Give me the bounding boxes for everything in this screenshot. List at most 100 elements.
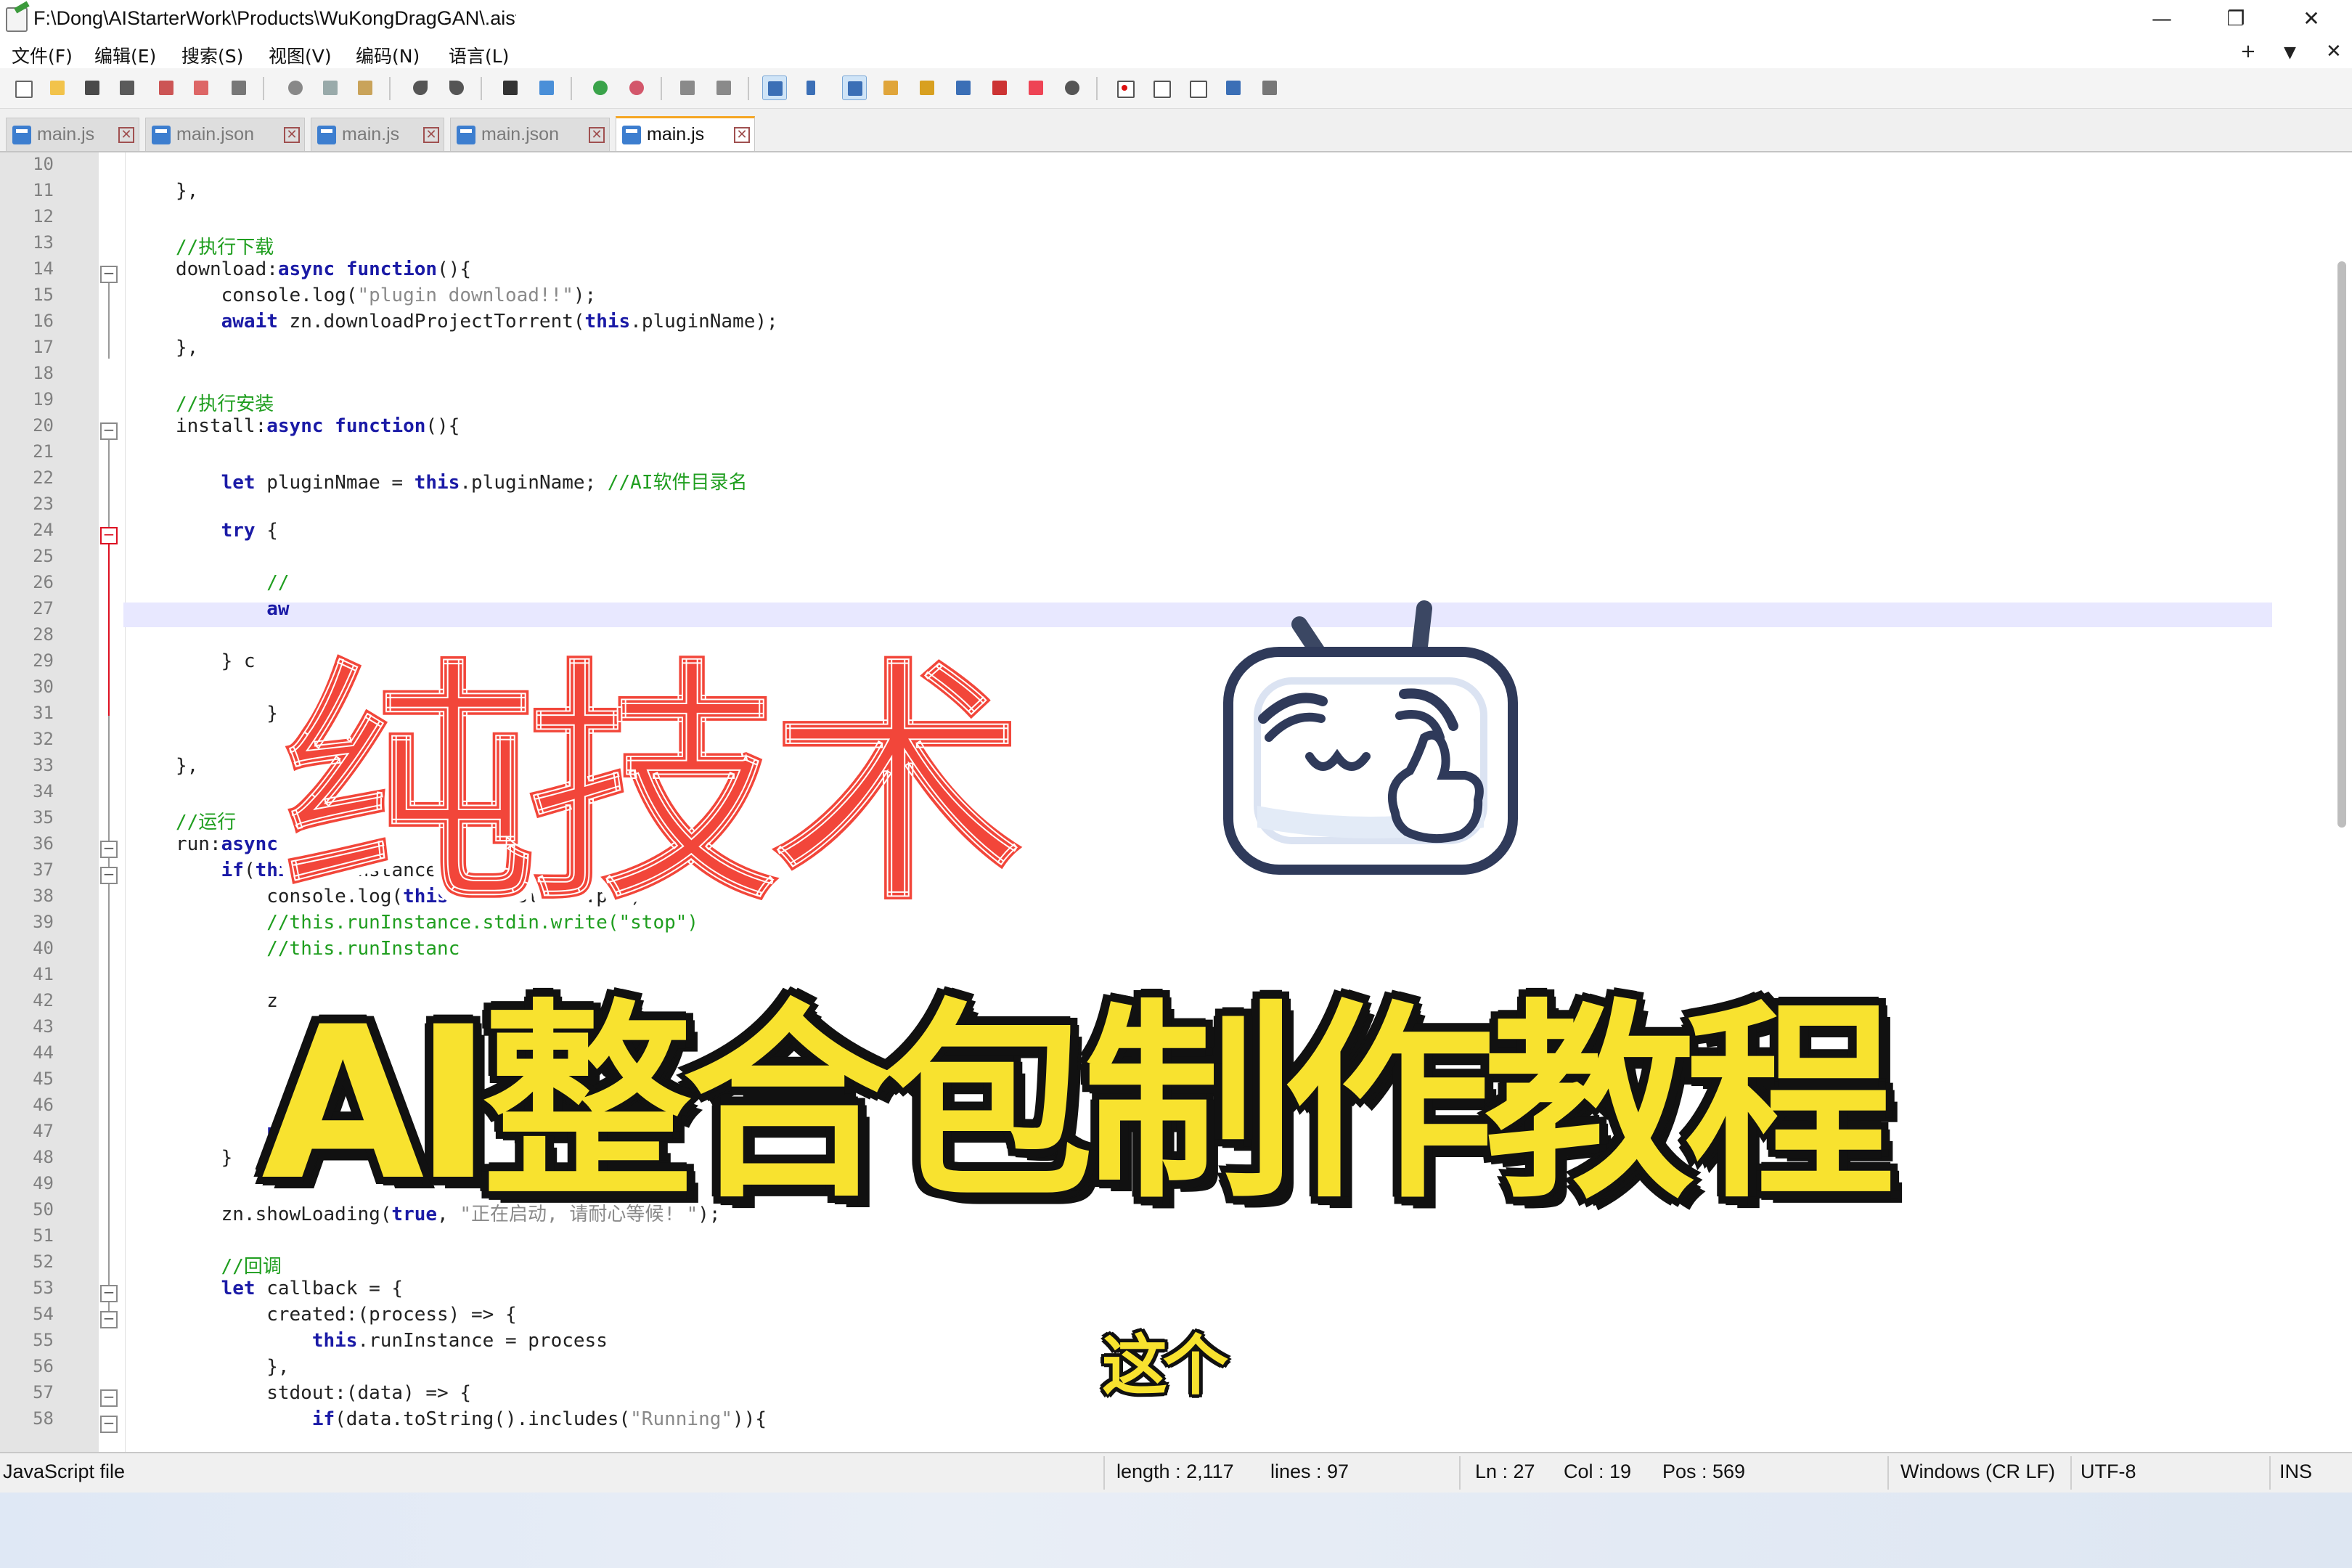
menu-language[interactable]: 语言(L) [449,42,509,68]
maximize-button[interactable]: ❐ [2201,0,2271,38]
find-icon[interactable] [498,75,523,100]
function-list-icon[interactable] [951,75,976,100]
code-line[interactable]: 53 let callback = { [0,1276,2323,1302]
code-line[interactable]: 10 [0,152,2323,179]
tab-close-icon[interactable]: ✕ [118,127,134,143]
monitoring-icon[interactable] [1060,75,1085,100]
save-icon[interactable] [80,75,105,100]
code-line[interactable]: 16 await zn.downloadProjectTorrent(this.… [0,309,2323,335]
code-line[interactable]: 20 install:async function(){ [0,414,2323,440]
code-line[interactable]: 22 let pluginNmae = this.pluginName; //A… [0,466,2323,494]
code-line[interactable]: 23 [0,492,2323,518]
status-eol[interactable]: Windows (CR LF) [1900,1461,2055,1483]
folder-workspace-icon[interactable] [987,75,1012,100]
record-macro-icon[interactable] [1112,75,1137,100]
zoom-in-icon[interactable] [588,75,613,100]
code-token: //执行下载 [176,237,274,258]
code-line[interactable]: 11}, [0,179,2323,205]
code-line[interactable]: 25 [0,544,2323,571]
fold-toggle-icon[interactable]: − [100,266,118,283]
vertical-scrollbar[interactable] [2337,261,2346,828]
indent-guide-icon[interactable] [842,75,867,100]
tab-close-icon[interactable]: ✕ [589,127,605,143]
tab-close-icon[interactable]: ✕ [423,127,439,143]
doc-map-icon[interactable] [915,75,939,100]
show-all-chars-icon[interactable] [799,75,823,100]
menu-encoding[interactable]: 编码(N) [356,42,420,68]
mascot-tv-icon [1223,600,1518,875]
fold-toggle-icon[interactable]: − [100,867,118,884]
status-encoding[interactable]: UTF-8 [2081,1461,2136,1483]
fold-toggle-icon[interactable]: − [100,527,118,544]
menu-view[interactable]: 视图(V) [269,42,332,68]
tab-main-js-1[interactable]: main.js ✕ [6,118,139,151]
close-button[interactable]: ✕ [2277,0,2346,38]
add-tab-button[interactable]: + [2240,41,2256,62]
word-wrap-icon[interactable] [762,75,787,100]
paste-icon[interactable] [353,75,377,100]
fold-toggle-icon[interactable]: − [100,1416,118,1433]
fold-toggle-icon[interactable]: − [100,1389,118,1407]
line-number: 55 [33,1330,54,1350]
code-line[interactable]: 12 [0,205,2323,231]
fold-toggle-icon[interactable]: − [100,841,118,858]
code-line[interactable]: 58 if(data.toString().includes("Running"… [0,1407,2323,1433]
save-all-icon[interactable] [115,75,139,100]
code-line[interactable]: 13 //执行下载 [0,231,2323,258]
code-line[interactable]: 21 [0,440,2323,466]
project-panel-icon[interactable] [1024,75,1048,100]
sync-vertical-icon[interactable] [675,75,700,100]
status-insert-mode[interactable]: INS [2279,1461,2312,1483]
close-all-icon[interactable] [189,75,213,100]
minimize-button[interactable]: — [2127,0,2197,38]
tab-bar: main.js ✕ main.json ✕ main.js ✕ main.jso… [0,109,2352,152]
code-token: created:(process) => { [176,1304,517,1326]
line-number: 26 [33,572,54,592]
play-macro-icon[interactable] [1185,75,1209,100]
tab-main-json-2[interactable]: main.json ✕ [450,118,610,151]
tab-list-dropdown-icon[interactable]: ▼ [2284,44,2296,62]
code-line[interactable]: 17}, [0,335,2323,362]
line-number: 36 [33,833,54,854]
code-line[interactable]: 18 [0,362,2323,388]
tab-close-icon[interactable]: ✕ [734,127,750,143]
replace-icon[interactable] [534,75,559,100]
menu-file[interactable]: 文件(F) [12,42,73,68]
tab-main-js-active[interactable]: main.js ✕ [616,116,755,151]
menu-search[interactable]: 搜索(S) [181,42,243,68]
code-line[interactable]: 14 download:async function(){ [0,257,2323,283]
redo-icon[interactable] [444,75,469,100]
code-text: download:async function(){ [176,258,471,280]
line-number: 53 [33,1278,54,1298]
cut-icon[interactable] [283,75,308,100]
fold-toggle-icon[interactable]: − [100,1285,118,1302]
line-number: 33 [33,755,54,775]
tab-main-json-1[interactable]: main.json ✕ [145,118,305,151]
stop-macro-icon[interactable] [1148,75,1173,100]
code-line[interactable]: 24 try { [0,518,2323,544]
tab-close-icon[interactable]: ✕ [284,127,300,143]
code-token: //执行安装 [176,393,274,415]
save-macro-icon[interactable] [1257,75,1282,100]
open-file-icon[interactable] [45,75,70,100]
code-token: pluginNmae = [255,472,415,494]
line-number: 43 [33,1016,54,1037]
run-macro-multiple-icon[interactable] [1221,75,1246,100]
fold-toggle-icon[interactable]: − [100,422,118,440]
undo-icon[interactable] [408,75,433,100]
fold-toggle-icon[interactable]: − [100,1311,118,1328]
copy-icon[interactable] [318,75,343,100]
sync-horizontal-icon[interactable] [711,75,736,100]
close-document-button[interactable]: ✕ [2326,41,2342,62]
code-line[interactable]: 15 console.log("plugin download!!"); [0,283,2323,309]
print-icon[interactable] [226,75,251,100]
code-line[interactable]: 19 //执行安装 [0,388,2323,415]
new-file-icon[interactable] [10,75,35,100]
tab-main-js-2[interactable]: main.js ✕ [311,118,444,151]
zoom-out-icon[interactable] [624,75,649,100]
menu-edit[interactable]: 编辑(E) [94,42,156,68]
code-line[interactable]: 52 //回调 [0,1250,2323,1278]
language-icon[interactable] [878,75,903,100]
close-file-icon[interactable] [154,75,179,100]
